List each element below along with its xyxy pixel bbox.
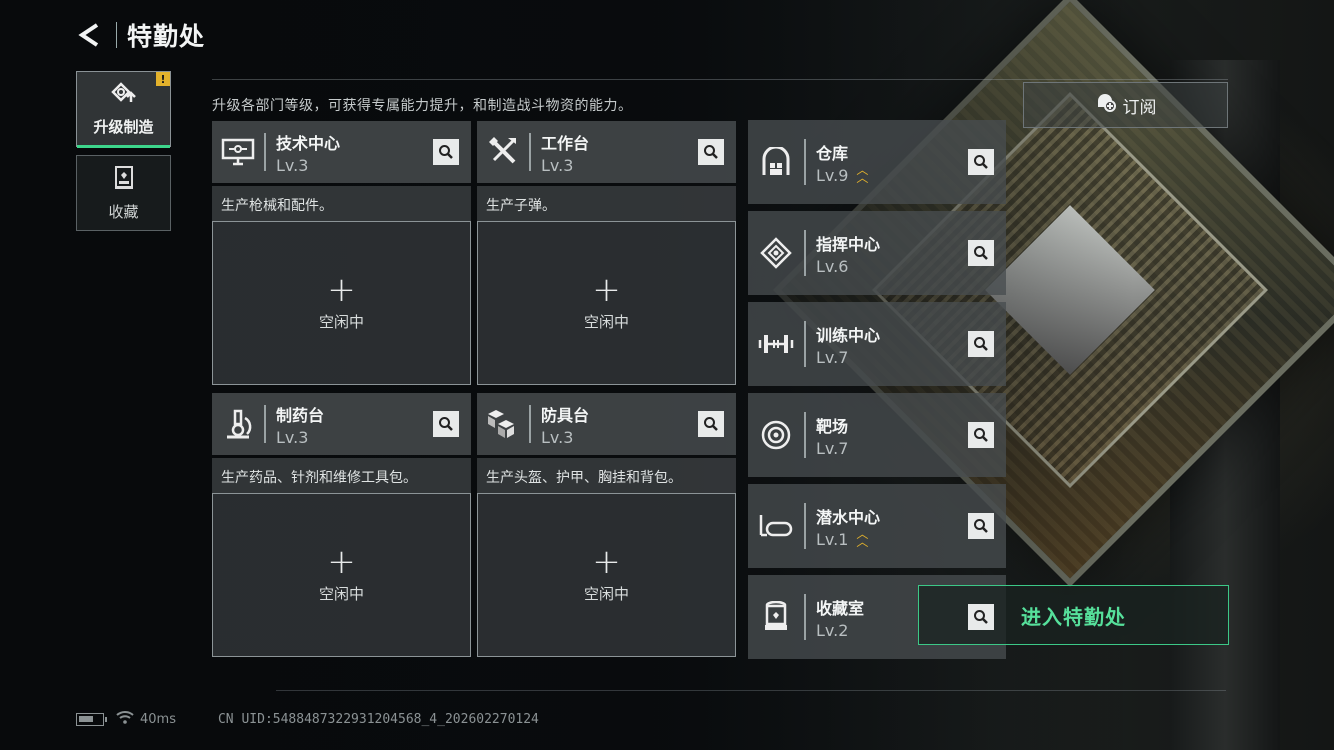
facility-diving-center[interactable]: 潜水中心 Lv.1 ︿ ︿ [748, 484, 1006, 568]
diving-mask-icon [748, 484, 804, 568]
upgrade-available-icon: ︿ ︿ [856, 163, 868, 185]
facility-command-center[interactable]: 指挥中心 Lv.6 [748, 211, 1006, 295]
facility-shooting-range[interactable]: 靶场 Lv.7 [748, 393, 1006, 477]
slot-status: 空闲中 [318, 312, 364, 331]
target-icon [748, 393, 804, 477]
ping-value: 40ms [140, 711, 176, 727]
workstation-header[interactable]: 工作台 Lv.3 [477, 121, 736, 183]
upgrade-icon [110, 81, 137, 110]
computer-icon [212, 121, 264, 183]
facility-name: 收藏室 [816, 598, 865, 618]
production-slot[interactable]: + 空闲中 [212, 493, 471, 657]
battery-icon [76, 712, 107, 726]
production-slot[interactable]: + 空闲中 [477, 221, 736, 385]
armor-cubes-icon [477, 393, 529, 455]
search-icon[interactable] [968, 149, 994, 175]
workstation-card: 制药台 Lv.3 生产药品、针剂和维修工具包。 + 空闲中 [212, 393, 471, 657]
workstation-card: 工作台 Lv.3 生产子弹。 + 空闲中 [477, 121, 736, 385]
workstation-header[interactable]: 技术中心 Lv.3 [212, 121, 471, 183]
facility-level: Lv.9 [816, 165, 849, 185]
workstation-card: 技术中心 Lv.3 生产枪械和配件。 + 空闲中 [212, 121, 471, 385]
workstation-card: 防具台 Lv.3 生产头盔、护甲、胸挂和背包。 + 空闲中 [477, 393, 736, 657]
workstation-description: 生产子弹。 [477, 186, 736, 221]
collection-icon [113, 165, 135, 195]
facility-level: Lv.7 [816, 347, 849, 367]
slot-status: 空闲中 [318, 584, 364, 603]
sidebar-item-label: 升级制造 [93, 117, 154, 136]
enter-special-ops-button[interactable]: 进入特勤处 [918, 585, 1229, 645]
header-divider [116, 22, 117, 48]
upgrade-available-icon: ︿ ︿ [856, 527, 868, 549]
facility-level: Lv.6 [816, 256, 849, 276]
plus-icon: + [592, 269, 621, 310]
facility-level: Lv.2 [816, 620, 849, 640]
facility-level: Lv.1 [816, 529, 849, 549]
production-slot[interactable]: + 空闲中 [477, 493, 736, 657]
subscribe-icon [1095, 93, 1117, 118]
workstation-description: 生产药品、针剂和维修工具包。 [212, 458, 471, 493]
section-description: 升级各部门等级，可获得专属能力提升，和制造战斗物资的能力。 [212, 98, 633, 114]
search-icon[interactable] [968, 331, 994, 357]
workstation-level: Lv.3 [541, 155, 574, 175]
workstation-level: Lv.3 [541, 427, 574, 447]
facility-level: Lv.7 [816, 438, 849, 458]
search-icon[interactable] [968, 240, 994, 266]
search-icon[interactable] [968, 422, 994, 448]
facility-name: 指挥中心 [816, 234, 881, 254]
workstation-header[interactable]: 制药台 Lv.3 [212, 393, 471, 455]
display-case-icon [748, 575, 804, 659]
production-slot[interactable]: + 空闲中 [212, 221, 471, 385]
command-chip-icon [748, 211, 804, 295]
header: 特勤处 [76, 18, 205, 52]
dumbbell-icon [748, 302, 804, 386]
search-icon[interactable] [698, 139, 724, 165]
search-icon[interactable] [698, 411, 724, 437]
workstation-header[interactable]: 防具台 Lv.3 [477, 393, 736, 455]
divider-line [212, 79, 1228, 80]
subscribe-button[interactable]: 订阅 [1023, 82, 1228, 128]
search-icon[interactable] [968, 604, 994, 630]
slot-status: 空闲中 [583, 584, 629, 603]
facility-name: 训练中心 [816, 325, 881, 345]
search-icon[interactable] [433, 411, 459, 437]
facility-name: 仓库 [816, 143, 849, 163]
sidebar-item-upgrade[interactable]: ! 升级制造 [76, 71, 171, 148]
tools-icon [477, 121, 529, 183]
back-arrow-icon[interactable] [76, 21, 104, 49]
workstation-description: 生产枪械和配件。 [212, 186, 471, 221]
workstation-level: Lv.3 [276, 427, 309, 447]
workstation-name: 防具台 [541, 405, 590, 425]
facility-warehouse[interactable]: 仓库 Lv.9 ︿ ︿ [748, 120, 1006, 204]
sidebar-item-collection[interactable]: 收藏 [76, 155, 171, 231]
workstation-level: Lv.3 [276, 155, 309, 175]
warning-badge: ! [156, 72, 170, 86]
workstation-description: 生产头盔、护甲、胸挂和背包。 [477, 458, 736, 493]
plus-icon: + [327, 269, 356, 310]
workstation-name: 工作台 [541, 133, 590, 153]
facility-name: 潜水中心 [816, 507, 881, 527]
facility-name: 靶场 [816, 416, 849, 436]
search-icon[interactable] [433, 139, 459, 165]
subscribe-label: 订阅 [1122, 97, 1157, 118]
warehouse-icon [748, 120, 804, 204]
facility-training-center[interactable]: 训练中心 Lv.7 [748, 302, 1006, 386]
workstation-name: 制药台 [276, 405, 325, 425]
plus-icon: + [327, 541, 356, 582]
slot-status: 空闲中 [583, 312, 629, 331]
plus-icon: + [592, 541, 621, 582]
user-uid: CN UID:5488487322931204568_4_20260227012… [217, 711, 539, 727]
workstation-name: 技术中心 [276, 133, 341, 153]
search-icon[interactable] [968, 513, 994, 539]
sidebar-item-label: 收藏 [108, 202, 139, 221]
microscope-icon [212, 393, 264, 455]
page-title: 特勤处 [127, 22, 206, 51]
divider-line [276, 690, 1226, 691]
wifi-icon [116, 710, 134, 728]
status-bar: 40ms CN UID:5488487322931204568_4_202602… [76, 710, 539, 728]
active-underline [77, 145, 170, 148]
